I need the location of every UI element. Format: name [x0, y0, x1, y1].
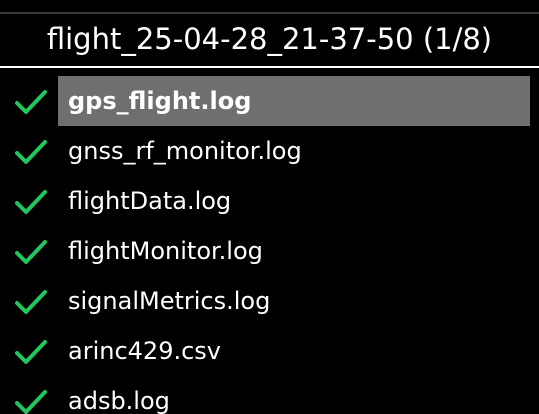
checkmark-icon	[14, 88, 48, 116]
file-label-box[interactable]: adsb.log	[58, 376, 530, 414]
file-list-panel: flight_25-04-28_21-37-50 (1/8) gps_fligh…	[0, 0, 539, 414]
list-item[interactable]: adsb.log	[0, 376, 539, 414]
checkmark-icon	[14, 188, 48, 216]
file-name: flightMonitor.log	[68, 237, 263, 265]
list-item[interactable]: arinc429.csv	[0, 326, 539, 376]
list-item[interactable]: flightData.log	[0, 176, 539, 226]
selection-highlight[interactable]: gps_flight.log	[58, 76, 530, 126]
list-item[interactable]: gnss_rf_monitor.log	[0, 126, 539, 176]
file-name: arinc429.csv	[68, 337, 221, 365]
checkmark-icon	[14, 238, 48, 266]
file-name: adsb.log	[68, 387, 170, 414]
file-label-box[interactable]: gnss_rf_monitor.log	[58, 126, 530, 176]
file-name: signalMetrics.log	[68, 287, 271, 315]
checkmark-icon	[14, 338, 48, 366]
flight-title: flight_25-04-28_21-37-50 (1/8)	[46, 22, 493, 56]
window-top-edge	[0, 0, 539, 14]
file-name: gnss_rf_monitor.log	[68, 137, 302, 165]
file-list: gps_flight.log gnss_rf_monitor.log fligh…	[0, 76, 539, 414]
file-name: flightData.log	[68, 187, 232, 215]
file-label-box[interactable]: flightData.log	[58, 176, 530, 226]
file-label-box[interactable]: arinc429.csv	[58, 326, 530, 376]
header-divider	[0, 66, 539, 68]
file-name: gps_flight.log	[68, 87, 252, 115]
file-label-box[interactable]: flightMonitor.log	[58, 226, 530, 276]
list-item[interactable]: signalMetrics.log	[0, 276, 539, 326]
list-item[interactable]: flightMonitor.log	[0, 226, 539, 276]
list-item[interactable]: gps_flight.log	[0, 76, 539, 126]
file-label-box[interactable]: signalMetrics.log	[58, 276, 530, 326]
checkmark-icon	[14, 138, 48, 166]
checkmark-icon	[14, 288, 48, 316]
checkmark-icon	[14, 388, 48, 414]
